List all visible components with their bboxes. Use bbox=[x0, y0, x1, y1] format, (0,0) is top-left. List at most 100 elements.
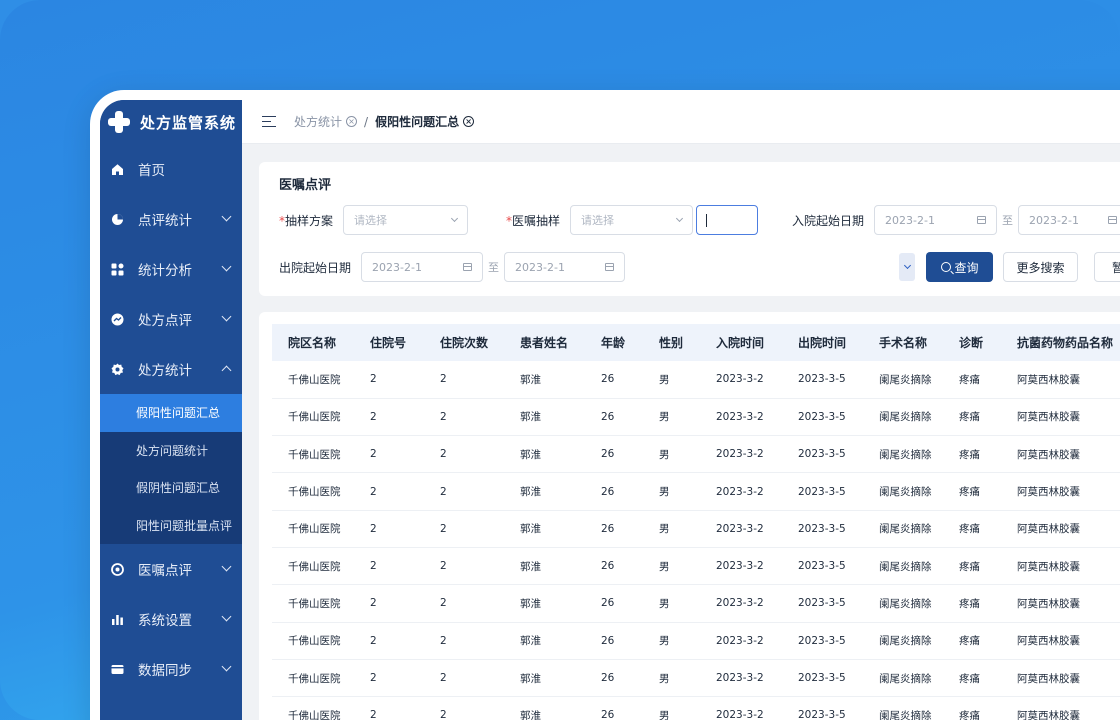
discharge-start-date[interactable]: 2023-2-1 bbox=[361, 252, 484, 282]
table-cell: 2 bbox=[354, 622, 424, 660]
table-cell: 2 bbox=[424, 510, 504, 548]
submenu-item-false-positive[interactable]: 假阳性问题汇总 bbox=[100, 394, 242, 432]
hold-button[interactable]: 暂存 bbox=[1094, 252, 1120, 282]
chevron-down-icon bbox=[450, 214, 459, 223]
query-button[interactable]: 查询 bbox=[926, 252, 994, 282]
submenu-item-false-negative[interactable]: 假阴性问题汇总 bbox=[100, 469, 242, 507]
table-cell: 2023-3-5 bbox=[782, 659, 863, 698]
column-header[interactable]: 入院时间 bbox=[700, 324, 782, 361]
table-cell: 郭淮 bbox=[504, 435, 585, 474]
sidebar-item-data-sync[interactable]: 数据同步 bbox=[100, 644, 242, 694]
column-header[interactable]: 年龄 bbox=[585, 324, 643, 361]
table-cell: 26 bbox=[585, 435, 643, 474]
search-icon bbox=[940, 262, 951, 272]
table-cell: 男 bbox=[643, 659, 700, 698]
sidebar-item-label: 医嘱点评 bbox=[138, 563, 192, 579]
order-sampling-input[interactable] bbox=[696, 205, 759, 235]
table-cell: 郭淮 bbox=[504, 510, 585, 548]
filter-title: 医嘱点评 bbox=[279, 178, 332, 193]
column-header[interactable]: 抗菌药物药品名称 bbox=[1001, 324, 1120, 361]
column-header[interactable]: 住院次数 bbox=[424, 324, 504, 361]
sidebar-item-home[interactable]: 首页 bbox=[100, 144, 242, 194]
order-sampling-placeholder: 请选择 bbox=[581, 214, 615, 227]
table-row[interactable]: 千佛山医院 2 2 郭淮 26 男 2023-3-2 2023-3-5 阑尾炎摘除 疼痛 阿莫西林胶… bbox=[272, 361, 1120, 399]
expand-toggle[interactable] bbox=[899, 253, 916, 281]
submenu-item-label: 假阴性问题汇总 bbox=[136, 481, 221, 496]
chevron-down-icon bbox=[675, 214, 684, 223]
clock-icon bbox=[110, 562, 124, 576]
table-row[interactable]: 千佛山医院 2 2 郭淮 26 男 2023-3-2 2023-3-5 阑尾炎摘除 疼痛 阿莫西林胶… bbox=[272, 398, 1120, 437]
table-row[interactable]: 千佛山医院 2 2 郭淮 26 男 2023-3-2 2023-3-5 阑尾炎摘除 疼痛 阿莫西林胶… bbox=[272, 659, 1120, 698]
column-header[interactable]: 手术名称 bbox=[863, 324, 943, 361]
table-cell: 郭淮 bbox=[504, 659, 585, 698]
table-cell: 2 bbox=[424, 472, 504, 511]
table-cell: 2 bbox=[354, 696, 424, 720]
discharge-end-date[interactable]: 2023-2-1 bbox=[504, 252, 626, 282]
table-row[interactable]: 千佛山医院 2 2 郭淮 26 男 2023-3-2 2023-3-5 阑尾炎摘除 疼痛 阿莫西林胶… bbox=[272, 547, 1120, 586]
admission-start-value: 2023-2-1 bbox=[885, 213, 935, 227]
table-cell: 男 bbox=[643, 622, 700, 660]
table-row[interactable]: 千佛山医院 2 2 郭淮 26 男 2023-3-2 2023-3-5 阑尾炎摘除 疼痛 阿莫西林胶… bbox=[272, 696, 1120, 720]
discharge-start-value: 2023-2-1 bbox=[372, 260, 422, 274]
table-cell: 郭淮 bbox=[504, 472, 585, 511]
calendar-icon bbox=[605, 263, 615, 271]
table-cell: 阑尾炎摘除 bbox=[863, 435, 943, 474]
sidebar-item-analysis[interactable]: 统计分析 bbox=[100, 244, 242, 294]
table-row[interactable]: 千佛山医院 2 2 郭淮 26 男 2023-3-2 2023-3-5 阑尾炎摘除 疼痛 阿莫西林胶… bbox=[272, 435, 1120, 474]
filter-panel: 医嘱点评 *抽样方案 请选择 *医嘱抽样 请选择 入院起始日期 2023-2-1… bbox=[259, 162, 1120, 296]
submenu-item-label: 阳性问题批量点评 bbox=[136, 518, 233, 533]
table-cell: 疼痛 bbox=[943, 584, 1001, 623]
table-row[interactable]: 千佛山医院 2 2 郭淮 26 男 2023-3-2 2023-3-5 阑尾炎摘除 疼痛 阿莫西林胶… bbox=[272, 510, 1120, 548]
filter-row-1: *抽样方案 请选择 *医嘱抽样 请选择 入院起始日期 2023-2-1 至 20… bbox=[279, 205, 1120, 235]
chevron-down-icon bbox=[221, 611, 232, 622]
admission-start-date[interactable]: 2023-2-1 bbox=[874, 205, 998, 235]
table-cell: 2023-3-2 bbox=[700, 696, 782, 720]
column-header[interactable]: 患者姓名 bbox=[504, 324, 585, 361]
sidebar-item-label: 处方点评 bbox=[138, 313, 192, 329]
sidebar-item-prescription-stats[interactable]: 处方统计 bbox=[100, 344, 242, 394]
breadcrumb-current[interactable]: 假阳性问题汇总 × bbox=[375, 113, 475, 130]
trend-icon bbox=[110, 312, 124, 326]
table-cell: 26 bbox=[585, 696, 643, 720]
filter-row-2: 出院起始日期 2023-2-1 至 2023-2-1 查询 更多搜索 暂 bbox=[279, 252, 1120, 282]
column-header[interactable]: 出院时间 bbox=[782, 324, 863, 361]
more-search-button[interactable]: 更多搜索 bbox=[1003, 252, 1079, 282]
table-cell: 2023-3-5 bbox=[782, 696, 863, 720]
admission-end-date[interactable]: 2023-2-1 bbox=[1018, 205, 1120, 235]
admission-date-to: 至 bbox=[1002, 214, 1014, 227]
table-cell: 阿莫西林胶囊 bbox=[1001, 398, 1120, 437]
table-cell: 2 bbox=[354, 361, 424, 399]
close-circle-icon[interactable]: × bbox=[463, 116, 475, 127]
table-cell: 郭淮 bbox=[504, 584, 585, 623]
sidebar-item-settings[interactable]: 系统设置 bbox=[100, 594, 242, 644]
order-sampling-select[interactable]: 请选择 bbox=[570, 205, 694, 235]
submenu-item-batch-review[interactable]: 阳性问题批量点评 bbox=[100, 507, 242, 545]
table-row[interactable]: 千佛山医院 2 2 郭淮 26 男 2023-3-2 2023-3-5 阑尾炎摘除 疼痛 阿莫西林胶… bbox=[272, 622, 1120, 660]
menu-fold-icon[interactable] bbox=[262, 115, 276, 128]
sidebar-item-prescription-review[interactable]: 处方点评 bbox=[100, 294, 242, 344]
breadcrumb-parent[interactable]: 处方统计 × bbox=[294, 113, 358, 130]
table-cell: 阿莫西林胶囊 bbox=[1001, 696, 1120, 720]
submenu-item-problem-stats[interactable]: 处方问题统计 bbox=[100, 432, 242, 470]
chevron-down-icon bbox=[221, 211, 232, 222]
close-circle-icon[interactable]: × bbox=[346, 116, 358, 127]
table-cell: 疼痛 bbox=[943, 659, 1001, 698]
table-cell: 男 bbox=[643, 361, 700, 399]
table-cell: 2023-3-5 bbox=[782, 361, 863, 399]
table-cell: 2 bbox=[354, 584, 424, 623]
table-cell: 2023-3-2 bbox=[700, 361, 782, 399]
table-cell: 阿莫西林胶囊 bbox=[1001, 472, 1120, 511]
table-cell: 疼痛 bbox=[943, 398, 1001, 437]
column-header[interactable]: 院区名称 bbox=[272, 324, 354, 361]
column-header[interactable]: 诊断 bbox=[943, 324, 1001, 361]
column-header[interactable]: 住院号 bbox=[354, 324, 424, 361]
table-cell: 郭淮 bbox=[504, 398, 585, 437]
table-row[interactable]: 千佛山医院 2 2 郭淮 26 男 2023-3-2 2023-3-5 阑尾炎摘除 疼痛 阿莫西林胶… bbox=[272, 584, 1120, 623]
column-header[interactable]: 性别 bbox=[643, 324, 700, 361]
sampling-plan-select[interactable]: 请选择 bbox=[343, 205, 469, 235]
table-cell: 千佛山医院 bbox=[272, 659, 354, 698]
sampling-plan-placeholder: 请选择 bbox=[354, 214, 388, 227]
sidebar-item-order-review[interactable]: 医嘱点评 bbox=[100, 544, 242, 594]
table-row[interactable]: 千佛山医院 2 2 郭淮 26 男 2023-3-2 2023-3-5 阑尾炎摘除 疼痛 阿莫西林胶… bbox=[272, 472, 1120, 511]
sidebar-item-review-stats[interactable]: 点评统计 bbox=[100, 194, 242, 244]
